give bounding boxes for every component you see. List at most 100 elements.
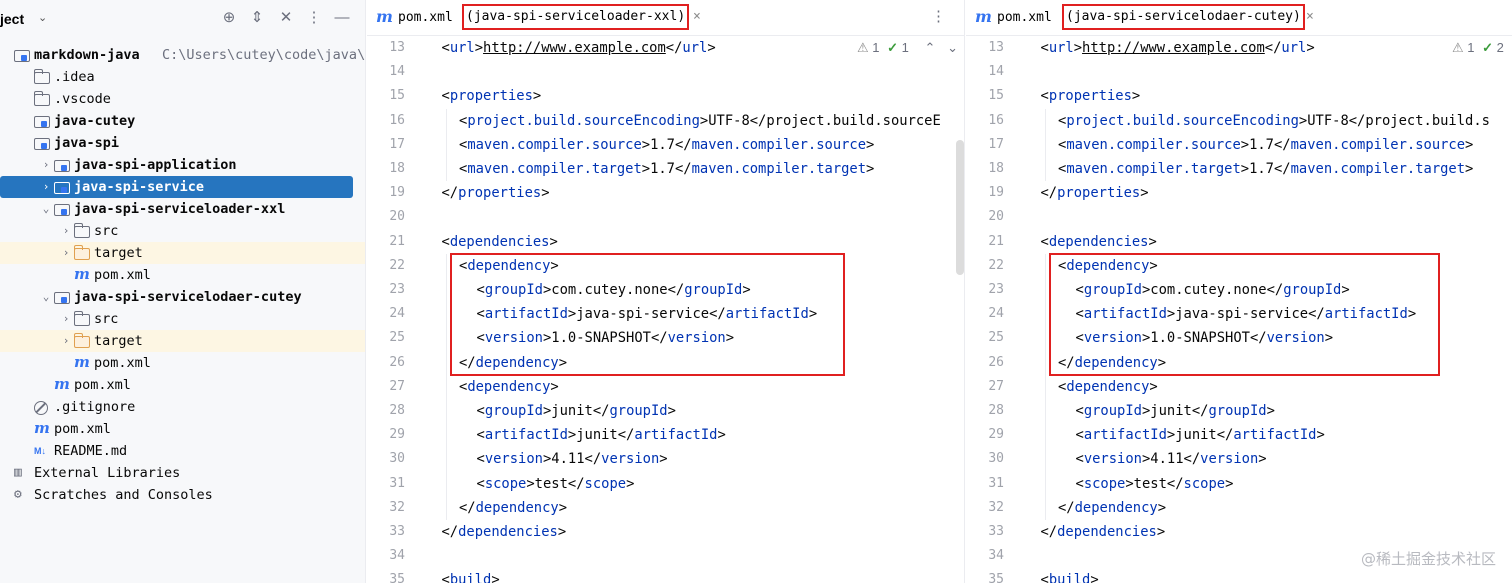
project-view-title[interactable]: ject <box>0 11 24 27</box>
collapse-all-icon[interactable]: ✕ <box>277 9 295 27</box>
line-number: 22 <box>988 257 1004 273</box>
code-line: </properties> <box>441 185 550 202</box>
editor-tab-bar: m pom.xml (java-spi-servicelodaer-cutey)… <box>966 0 1512 36</box>
scratches-icon: ⚙ <box>14 487 22 502</box>
tree-item-label: pom.xml <box>94 267 151 283</box>
tree-item[interactable]: m pom.xml <box>0 374 365 396</box>
tree-item[interactable]: M↓ README.md <box>0 440 365 462</box>
code-line: <artifactId>junit</artifactId> <box>476 427 726 444</box>
more-icon[interactable]: ⋮ <box>305 9 323 27</box>
line-number: 35 <box>988 572 1004 583</box>
line-number: 23 <box>988 282 1004 297</box>
expand-collapse-icon[interactable]: ⇕ <box>248 9 266 27</box>
inspection-widget[interactable]: ⚠ 1 ✓ 1 ⌃ ⌄ <box>857 40 958 56</box>
maven-icon: m <box>975 7 992 26</box>
chevron-up-icon[interactable]: ⌃ <box>925 40 936 55</box>
code-line: <project.build.sourceEncoding>UTF-8</pro… <box>1058 112 1490 129</box>
code-line: </dependency> <box>459 499 568 516</box>
chevron-down-icon[interactable]: ⌄ <box>40 198 52 220</box>
tree-item[interactable]: › java-spi-service <box>0 176 353 198</box>
crosshair-icon[interactable]: ⊕ <box>220 9 238 27</box>
tree-item[interactable]: › src <box>0 220 365 242</box>
line-number: 31 <box>389 475 405 491</box>
tree-item-label: External Libraries <box>34 465 181 481</box>
line-number-gutter[interactable]: 13 14 15 16 17 18 19 20 21 22 23 24 25 26 27 28 29 30 31 32… <box>966 36 1018 583</box>
tree-item-label: .idea <box>54 69 95 85</box>
module-icon <box>54 204 70 216</box>
tree-item[interactable]: › java-spi-application <box>0 154 365 176</box>
chevron-right-icon[interactable]: › <box>60 242 72 264</box>
close-icon[interactable]: × <box>693 9 701 24</box>
code-line: <scope>test</scope> <box>476 475 635 492</box>
chevron-down-icon[interactable]: ⌄ <box>947 40 958 55</box>
tree-item-label: pom.xml <box>54 421 111 437</box>
warning-icon: ⚠ <box>857 40 869 55</box>
tree-item-label: pom.xml <box>74 377 131 393</box>
line-number: 21 <box>988 233 1004 249</box>
maven-icon: m <box>376 7 393 26</box>
ok-count: 2 <box>1496 40 1504 55</box>
tree-item[interactable]: markdown-java C:\Users\cutey\code\java\ma… <box>0 44 365 66</box>
line-number: 31 <box>988 475 1004 491</box>
tree-item[interactable]: m pom.xml <box>0 264 365 286</box>
chevron-right-icon[interactable]: › <box>40 154 52 176</box>
module-icon <box>54 292 70 304</box>
tree-item[interactable]: java-cutey <box>0 110 365 132</box>
code-line: <dependencies> <box>441 233 558 250</box>
folder-icon <box>33 91 50 106</box>
code-line: </dependencies> <box>441 524 567 540</box>
inspection-widget[interactable]: ⚠ 1 ✓ 2 <box>1452 40 1504 56</box>
line-number: 33 <box>988 524 1004 539</box>
chevron-right-icon[interactable]: › <box>60 220 72 242</box>
tree-item[interactable]: ⌄ java-spi-serviceloader-xxl <box>0 198 365 220</box>
warning-icon: ⚠ <box>1452 40 1464 55</box>
tree-item[interactable]: › src <box>0 308 365 330</box>
tree-item[interactable]: .idea <box>0 66 365 88</box>
indent-guide <box>1044 108 1046 182</box>
tree-item[interactable]: › target <box>0 242 365 264</box>
hide-icon[interactable]: — <box>333 9 351 27</box>
line-number: 19 <box>389 185 405 201</box>
scrollbar-thumb[interactable] <box>956 140 964 275</box>
annotation-highlight-box <box>450 252 845 376</box>
tree-item[interactable]: › target <box>0 330 365 352</box>
line-number: 24 <box>988 306 1004 322</box>
tree-item[interactable]: m pom.xml <box>0 352 365 374</box>
tree-item-label: README.md <box>54 443 128 459</box>
line-number-gutter[interactable]: 13 14 15 16 17 18 19 20 21 22 23 24 25 26 27 28 29 30 31 32… <box>367 36 419 583</box>
maven-icon: m <box>74 353 90 371</box>
tree-item[interactable]: ⌄ java-spi-servicelodaer-cutey <box>0 286 365 308</box>
tree-item[interactable]: ⚙ Scratches and Consoles <box>0 484 365 506</box>
tree-item[interactable]: .vscode <box>0 88 365 110</box>
line-number: 20 <box>389 209 405 225</box>
tree-item[interactable]: ▥ External Libraries <box>0 462 365 484</box>
line-number: 16 <box>988 112 1004 128</box>
line-number: 26 <box>988 354 1004 370</box>
line-number: 28 <box>389 403 405 418</box>
line-number: 25 <box>389 330 405 346</box>
chevron-right-icon[interactable]: › <box>60 308 72 330</box>
code-line: <properties> <box>1040 88 1141 105</box>
tree-item[interactable]: java-spi <box>0 132 365 154</box>
tree-item-label: src <box>94 223 119 239</box>
chevron-down-icon[interactable]: ⌄ <box>38 11 47 24</box>
code-line: <scope>test</scope> <box>1075 475 1234 492</box>
tree-item-label: Scratches and Consoles <box>34 487 213 503</box>
chevron-right-icon[interactable]: › <box>40 176 52 198</box>
line-number: 30 <box>389 451 405 467</box>
tree-item[interactable]: m pom.xml <box>0 418 365 440</box>
chevron-down-icon[interactable]: ⌄ <box>40 286 52 308</box>
tree-item[interactable]: .gitignore <box>0 396 365 418</box>
code-line: <artifactId>junit</artifactId> <box>1075 427 1325 444</box>
line-number: 26 <box>389 354 405 370</box>
tab-more-icon[interactable]: ⋮ <box>931 7 946 25</box>
code-line: </dependency> <box>1058 499 1167 516</box>
annotation-highlight-box <box>1049 252 1440 376</box>
line-number: 29 <box>389 427 405 443</box>
line-number: 30 <box>988 451 1004 467</box>
folder-icon <box>73 311 90 326</box>
chevron-right-icon[interactable]: › <box>60 330 72 352</box>
code-line: <maven.compiler.target>1.7</maven.compil… <box>1058 161 1474 177</box>
indent-guide <box>445 108 447 182</box>
close-icon[interactable]: × <box>1306 9 1314 24</box>
